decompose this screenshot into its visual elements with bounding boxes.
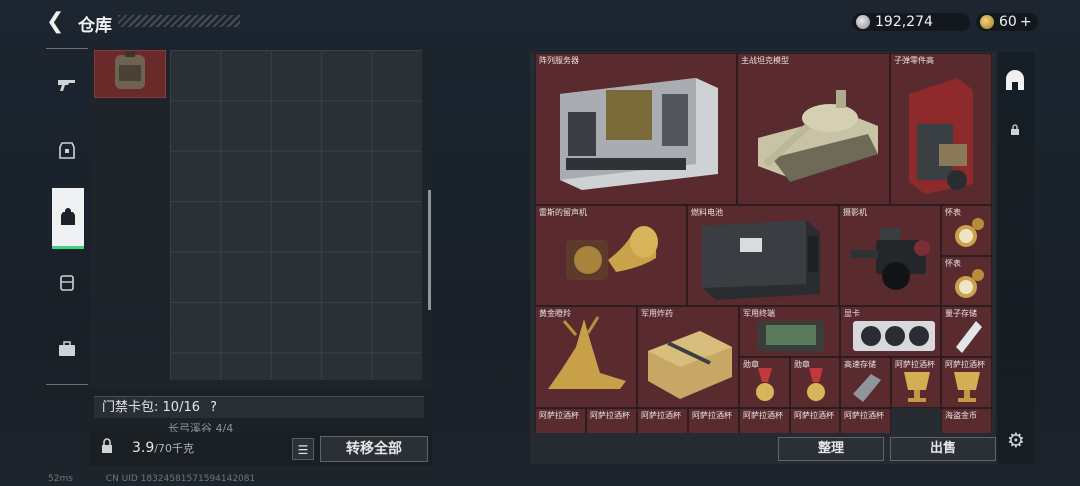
silver-coin-icon <box>856 15 870 29</box>
weight-readout: 3.9/70千克 <box>132 440 194 456</box>
stash-item[interactable]: 阿萨拉酒杯 <box>637 408 688 433</box>
stash-item[interactable]: 摄影机 <box>839 205 941 306</box>
transfer-all-button[interactable]: 转移全部 <box>320 436 428 462</box>
stash-grid: 阵列服务器 主战坦克模型 子弹零件高 雷斯的留声机 燃料电池 摄影机 怀表 怀表… <box>535 53 992 433</box>
nav-divider <box>46 48 88 49</box>
currency-silver: 192,274 <box>852 13 970 31</box>
gold-coin-icon <box>980 15 994 29</box>
pocket-watch-icon <box>955 269 984 298</box>
lock-icon[interactable] <box>1006 124 1024 142</box>
stash-item[interactable]: 量子存储 <box>941 306 992 357</box>
backpack-grid[interactable] <box>170 50 422 380</box>
bullet-parts-icon <box>909 78 973 194</box>
camera-icon <box>850 228 930 290</box>
stash-item[interactable]: 雷斯的留声机 <box>535 205 687 306</box>
keycard-bag-label: 门禁卡包: <box>102 400 159 415</box>
backpack-icon[interactable] <box>52 188 84 249</box>
sell-button[interactable]: 出售 <box>890 437 996 461</box>
stash-item[interactable]: 军用炸药 <box>637 306 739 408</box>
stash-side-tabs <box>998 52 1034 464</box>
back-icon[interactable]: ❮ <box>46 11 68 33</box>
currency-gold-value: 60 <box>999 14 1017 30</box>
weapon-icon[interactable] <box>52 70 82 100</box>
weight-value: 3.9 <box>132 440 155 456</box>
armor-icon[interactable] <box>52 136 82 166</box>
page-title: 仓库 <box>78 16 112 36</box>
military-terminal-icon <box>758 321 824 351</box>
scrollbar[interactable] <box>428 190 431 310</box>
stash-item[interactable]: 阿萨拉酒杯 <box>586 408 637 433</box>
graphics-card-icon <box>853 321 935 351</box>
currency-silver-value: 192,274 <box>875 14 933 30</box>
stash-item[interactable]: 阿萨拉酒杯 <box>688 408 739 433</box>
medal-icon <box>756 368 774 401</box>
server-icon <box>560 78 718 190</box>
status-bar: 52ms CN UID 18324581571594142081 <box>48 474 255 484</box>
fuel-cell-icon <box>702 220 820 300</box>
title-decoration <box>118 15 240 27</box>
stash-item[interactable]: 阵列服务器 <box>535 53 737 205</box>
uid-text: CN UID 18324581571594142081 <box>105 474 256 484</box>
stash-item[interactable]: 勋章 <box>790 357 840 408</box>
keycard-bag-value: 10/16 <box>162 400 200 415</box>
stash-item[interactable]: 燃料电池 <box>687 205 839 306</box>
stash-item[interactable]: 军用终端 <box>739 306 840 357</box>
stash-item[interactable]: 阿萨拉酒杯 <box>891 357 941 408</box>
medal-icon <box>807 368 825 401</box>
gramophone-icon <box>566 226 658 280</box>
stash-item[interactable]: 勋章 <box>739 357 790 408</box>
golden-gazelle-icon <box>548 316 626 389</box>
stash-item[interactable]: 黄金瞪羚 <box>535 306 637 408</box>
ping-value: 52ms <box>48 474 73 484</box>
stash-item[interactable]: 主战坦克模型 <box>737 53 890 205</box>
stash-item[interactable]: 怀表 <box>941 205 992 256</box>
stash-item[interactable]: 海盗金币 <box>941 408 992 433</box>
weight-capacity: /70千克 <box>154 442 194 455</box>
add-currency-button[interactable]: + <box>1020 14 1032 30</box>
gear-icon[interactable]: ⚙ <box>1005 429 1027 451</box>
stash-item[interactable]: 怀表 <box>941 256 992 306</box>
goblet-icon <box>904 372 930 402</box>
pocket-watch-icon <box>955 218 984 247</box>
backpack-item-icon <box>115 51 145 89</box>
help-icon[interactable]: ? <box>210 400 217 415</box>
top-bar: ❮ 仓库 192,274 60 + <box>0 0 1080 44</box>
stash-item[interactable]: 阿萨拉酒杯 <box>790 408 840 433</box>
equipped-backpack-slot[interactable] <box>94 50 166 98</box>
explosives-icon <box>648 331 732 399</box>
stash-item[interactable]: 阿萨拉酒杯 <box>535 408 586 433</box>
ssd-icon <box>853 374 881 402</box>
stash-item[interactable]: 子弹零件高 <box>890 53 992 205</box>
currency-gold[interactable]: 60 + <box>976 13 1038 31</box>
keycard-bag-bar[interactable]: 门禁卡包: 10/16 ? <box>94 396 424 418</box>
stash-item[interactable]: 高速存储 <box>840 357 891 408</box>
rig-icon[interactable] <box>52 268 82 298</box>
stash-item[interactable]: 阿萨拉酒杯 <box>739 408 790 433</box>
nav-divider <box>46 384 88 385</box>
stash-item[interactable]: 阿萨拉酒杯 <box>840 408 891 433</box>
stash-item[interactable]: 显卡 <box>840 306 941 357</box>
lock-icon[interactable] <box>96 438 118 460</box>
stash-tab-icon[interactable] <box>1000 64 1030 98</box>
case-icon[interactable] <box>52 334 82 364</box>
sort-button[interactable]: 整理 <box>778 437 884 461</box>
goblet-icon <box>954 372 980 402</box>
left-nav <box>46 48 88 388</box>
tank-icon <box>758 90 878 182</box>
stash-item[interactable]: 阿萨拉酒杯 <box>941 357 992 408</box>
quantum-storage-icon <box>956 321 982 353</box>
list-view-button[interactable]: ☰ <box>292 438 314 460</box>
